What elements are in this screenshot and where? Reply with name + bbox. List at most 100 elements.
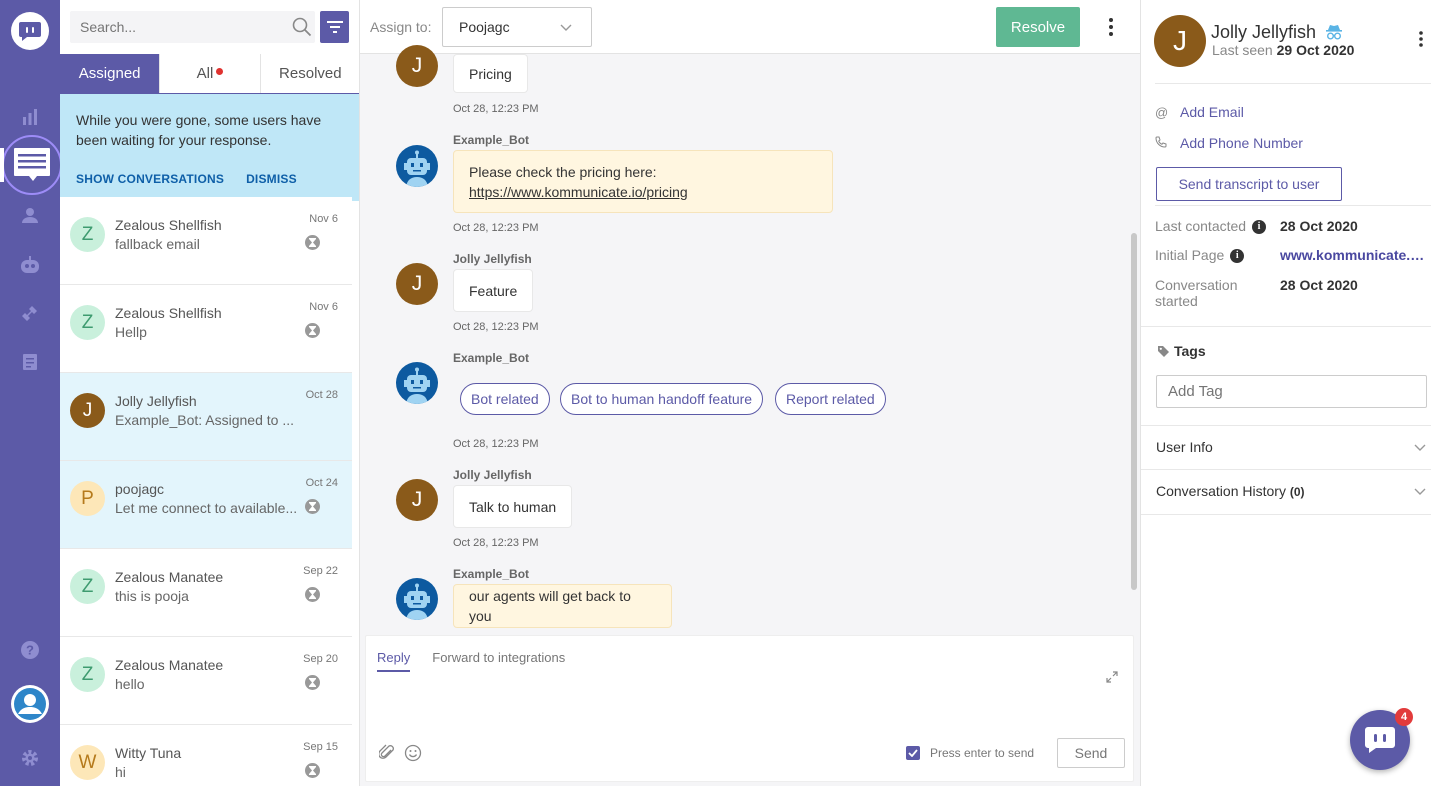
message-time: Oct 28, 12:23 PM xyxy=(453,222,539,234)
add-email-row[interactable]: @ Add Email xyxy=(1155,104,1244,120)
add-phone-row[interactable]: Add Phone Number xyxy=(1155,135,1303,151)
conversation-item[interactable]: W Witty Tuna hi Sep 15 xyxy=(60,725,352,786)
conversation-item[interactable]: Z Zealous Shellfish fallback email Nov 6 xyxy=(60,197,352,285)
chat-scrollbar[interactable] xyxy=(1131,233,1137,590)
pricing-link[interactable]: https://www.kommunicate.io/pricing xyxy=(469,182,688,202)
add-phone-link[interactable]: Add Phone Number xyxy=(1180,135,1303,151)
dismiss-link[interactable]: DISMISS xyxy=(246,172,297,186)
user-info-accordion[interactable]: User Info xyxy=(1156,439,1213,455)
more-options-icon[interactable] xyxy=(1105,15,1117,39)
reports-icon[interactable] xyxy=(0,97,60,137)
conversations-icon[interactable] xyxy=(2,145,62,185)
conversation-preview: Let me connect to available... xyxy=(115,500,298,516)
resolve-button[interactable]: Resolve xyxy=(996,7,1080,47)
settings-icon[interactable] xyxy=(0,738,60,778)
conversation-preview: hi xyxy=(115,764,126,780)
conversation-item[interactable]: Z Zealous Manatee hello Sep 20 xyxy=(60,637,352,725)
avatar: J xyxy=(396,479,438,521)
message-bubble: our agents will get back to you xyxy=(453,584,672,628)
tab-label: Assigned xyxy=(78,65,141,82)
tags-header: Tags xyxy=(1157,343,1206,359)
integrations-icon[interactable] xyxy=(0,293,60,333)
more-options-icon[interactable] xyxy=(1417,30,1425,48)
conversation-date: Nov 6 xyxy=(309,301,338,313)
divider xyxy=(1155,83,1431,84)
send-transcript-button[interactable]: Send transcript to user xyxy=(1156,167,1342,201)
message-bubble: Pricing xyxy=(453,54,528,93)
emoji-icon[interactable] xyxy=(404,744,422,762)
quick-reply-button[interactable]: Report related xyxy=(775,383,886,415)
enter-to-send-label: Press enter to send xyxy=(930,746,1035,760)
conversation-history-accordion[interactable]: Conversation History (0) xyxy=(1156,483,1305,499)
add-tag-input[interactable] xyxy=(1156,375,1427,408)
conversation-started-label: Conversation started xyxy=(1155,277,1238,309)
reply-box: Reply Forward to integrations Press ente… xyxy=(365,635,1134,782)
message-sender: Jolly Jellyfish xyxy=(453,468,532,482)
last-contacted-value: 28 Oct 2020 xyxy=(1280,218,1358,234)
conversation-item[interactable]: Z Zealous Manatee this is pooja Sep 22 xyxy=(60,549,352,637)
initial-page-link[interactable]: www.kommunicate.io/pricing xyxy=(1280,247,1426,263)
tab-all[interactable]: All xyxy=(160,54,261,93)
conversation-item[interactable]: Z Zealous Shellfish Hellp Nov 6 xyxy=(60,285,352,373)
conversation-date: Sep 20 xyxy=(303,653,338,665)
conversation-preview: this is pooja xyxy=(115,588,189,604)
conversation-name: Zealous Manatee xyxy=(115,657,224,673)
enter-to-send-checkbox[interactable] xyxy=(906,746,920,760)
user-info-panel: J Jolly Jellyfish Last seen 29 Oct 2020 … xyxy=(1140,0,1431,786)
last-seen-value: 29 Oct 2020 xyxy=(1276,42,1355,58)
message-time: Oct 28, 12:23 PM xyxy=(453,438,539,450)
tab-label: All xyxy=(196,65,214,82)
quick-reply-button[interactable]: Bot related xyxy=(460,383,550,415)
help-icon[interactable]: ? xyxy=(0,630,60,670)
conversation-item[interactable]: P poojagc Let me connect to available...… xyxy=(60,461,352,549)
user-name: Jolly Jellyfish xyxy=(1211,22,1317,42)
bot-icon[interactable] xyxy=(0,245,60,285)
conversation-name: Zealous Shellfish xyxy=(115,305,222,321)
add-email-link[interactable]: Add Email xyxy=(1180,104,1244,120)
chevron-down-icon[interactable] xyxy=(1413,440,1427,454)
quick-reply-button[interactable]: Bot to human handoff feature xyxy=(560,383,764,415)
users-icon[interactable] xyxy=(0,195,60,235)
waiting-users-notice: While you were gone, some users have bee… xyxy=(60,94,359,201)
show-conversations-link[interactable]: SHOW CONVERSATIONS xyxy=(76,172,224,186)
expand-icon[interactable] xyxy=(1105,670,1119,684)
avatar: Z xyxy=(70,657,105,692)
info-icon[interactable]: i xyxy=(1252,220,1267,235)
info-icon[interactable]: i xyxy=(1230,249,1245,264)
message-time: Oct 28, 12:23 PM xyxy=(453,321,539,333)
waiting-icon xyxy=(305,587,320,602)
assign-label: Assign to: xyxy=(370,19,432,35)
search-input[interactable] xyxy=(70,11,315,43)
bot-avatar-icon xyxy=(396,362,438,404)
conversation-date: Sep 15 xyxy=(303,741,338,753)
tab-reply[interactable]: Reply xyxy=(377,650,411,672)
tab-assigned[interactable]: Assigned xyxy=(60,54,161,93)
avatar: J xyxy=(396,45,438,87)
assignee-value: Poojagc xyxy=(459,19,510,35)
send-button[interactable]: Send xyxy=(1057,738,1125,768)
faq-icon[interactable] xyxy=(0,342,60,382)
tab-label: Resolved xyxy=(279,65,342,82)
chevron-down-icon[interactable] xyxy=(1413,484,1427,498)
check-icon xyxy=(908,749,918,757)
tab-forward-integrations[interactable]: Forward to integrations xyxy=(432,650,565,672)
assignee-select[interactable]: Poojagc xyxy=(442,7,592,47)
conversation-date: Nov 6 xyxy=(309,213,338,225)
filter-button[interactable] xyxy=(320,11,349,43)
tab-resolved[interactable]: Resolved xyxy=(260,54,359,93)
waiting-icon xyxy=(305,323,320,338)
message-sender: Example_Bot xyxy=(453,133,530,147)
profile-icon[interactable] xyxy=(0,684,60,724)
attachment-icon[interactable] xyxy=(379,744,395,762)
divider xyxy=(1141,326,1431,327)
notice-text: While you were gone, some users have bee… xyxy=(76,112,322,148)
chat-bubble-icon xyxy=(1365,727,1395,753)
last-seen: Last seen 29 Oct 2020 xyxy=(1212,42,1354,58)
avatar: P xyxy=(70,481,105,516)
conversation-item-selected[interactable]: J Jolly Jellyfish Example_Bot: Assigned … xyxy=(60,373,352,461)
conversation-history-count: (0) xyxy=(1289,485,1305,499)
message-sender: Example_Bot xyxy=(453,351,530,365)
search-icon[interactable] xyxy=(292,17,312,40)
logo-icon[interactable] xyxy=(11,12,49,50)
message-time: Oct 28, 12:23 PM xyxy=(453,537,539,549)
